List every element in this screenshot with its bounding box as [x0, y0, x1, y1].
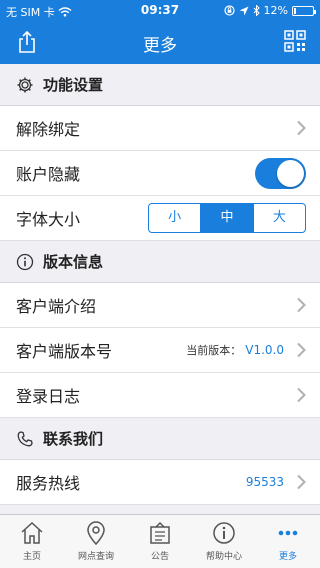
tab-label-notice: 公告 [150, 552, 169, 562]
chevron-right-icon [297, 297, 306, 313]
status-bar: 无 SIM 卡 09:37 12% [0, 0, 320, 20]
font-size-label: 字体大小 [16, 210, 81, 229]
tab-label-branch-search: 网点查询 [77, 552, 114, 562]
login-log-label: 登录日志 [16, 387, 81, 406]
more-icon [278, 530, 298, 536]
current-version-prefix: 当前版本： [186, 344, 242, 357]
login-log-row[interactable]: 登录日志 [0, 373, 320, 418]
battery-fill [294, 7, 296, 14]
chevron-right-icon [297, 342, 306, 358]
qr-code-icon[interactable] [284, 30, 306, 52]
status-right: 12% [223, 4, 316, 17]
section-title-settings: 功能设置 [43, 76, 104, 94]
tab-more[interactable]: 更多 [256, 515, 320, 568]
client-version-label: 客户端版本号 [16, 342, 113, 361]
chevron-right-icon [297, 474, 306, 490]
home-icon [21, 521, 43, 544]
tab-label-help-center: 帮助中心 [205, 552, 242, 562]
hotline-label: 服务热线 [16, 474, 81, 493]
location-pin-icon [87, 521, 105, 546]
toggle-knob [277, 159, 304, 187]
info-icon [213, 522, 235, 544]
gear-icon [17, 77, 33, 92]
tab-bar: 主页 网点查询 公告 帮助中心 更多 [0, 514, 320, 568]
tab-label-more: 更多 [278, 552, 297, 562]
unbind-row[interactable]: 解除绑定 [0, 106, 320, 151]
info-icon [16, 253, 34, 270]
font-size-medium[interactable]: 中 [200, 204, 253, 232]
hide-account-toggle[interactable] [255, 157, 306, 189]
hotline-number[interactable]: 95533 [246, 475, 284, 489]
tab-branch-search[interactable]: 网点查询 [64, 515, 128, 568]
bluetooth-icon [253, 5, 260, 16]
font-size-row: 字体大小 小 中 大 [0, 196, 320, 241]
settings-list: 功能设置 解除绑定 账户隐藏 字体大小 小 中 大 版本信息 客户端介绍 客户端… [0, 64, 320, 514]
section-header-settings: 功能设置 [0, 64, 320, 106]
tab-home[interactable]: 主页 [0, 515, 64, 568]
section-header-version: 版本信息 [0, 241, 320, 283]
section-title-contact: 联系我们 [43, 430, 104, 448]
nav-bar: 更多 [0, 20, 320, 64]
section-header-contact: 联系我们 [0, 418, 320, 460]
client-intro-label: 客户端介绍 [16, 297, 97, 316]
battery-icon [292, 5, 316, 16]
client-intro-row[interactable]: 客户端介绍 [0, 283, 320, 328]
location-arrow-icon [239, 6, 249, 15]
font-size-small[interactable]: 小 [149, 204, 200, 232]
chevron-right-icon [297, 387, 306, 403]
client-version-row[interactable]: 客户端版本号 当前版本： V1.0.0 [0, 328, 320, 373]
hide-account-label: 账户隐藏 [16, 165, 81, 184]
hotline-row[interactable]: 服务热线 95533 [0, 460, 320, 505]
chevron-right-icon [297, 120, 306, 136]
section-title-version: 版本信息 [43, 253, 104, 271]
font-size-selector: 小 中 大 [148, 203, 306, 233]
tab-notice[interactable]: 公告 [128, 515, 192, 568]
battery-text: 12% [263, 4, 288, 17]
current-version-value: V1.0.0 [245, 343, 284, 357]
tab-help-center[interactable]: 帮助中心 [192, 515, 256, 568]
page-title: 更多 [143, 36, 177, 56]
section-footer [0, 505, 320, 514]
rotation-lock-icon [223, 5, 235, 16]
notice-icon [150, 521, 170, 544]
tab-label-home: 主页 [22, 552, 41, 562]
hide-account-row: 账户隐藏 [0, 151, 320, 196]
unbind-label: 解除绑定 [16, 120, 81, 139]
phone-icon [17, 430, 33, 446]
font-size-large[interactable]: 大 [252, 204, 305, 232]
